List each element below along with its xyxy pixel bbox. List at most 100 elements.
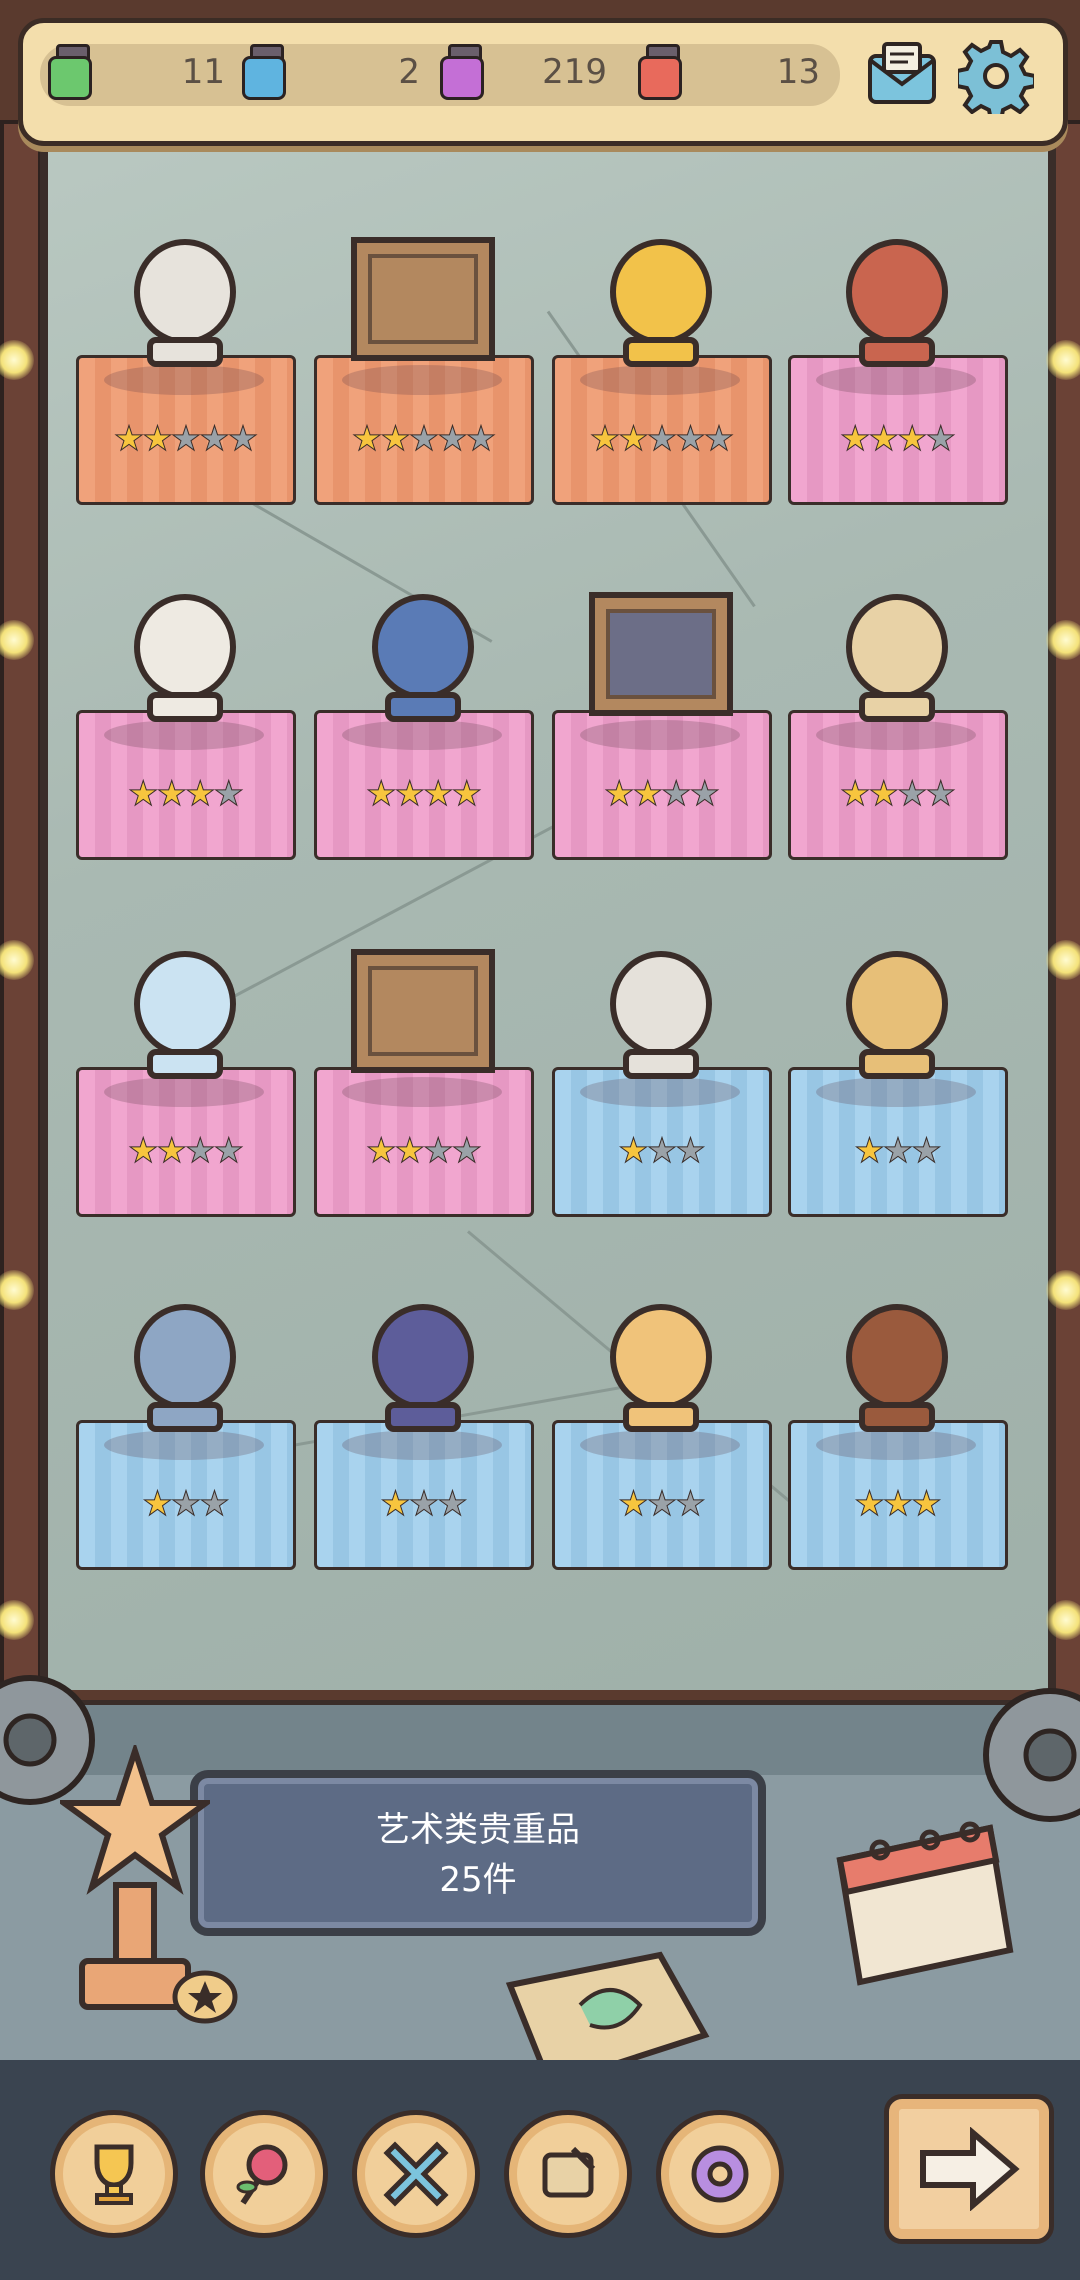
nefertiti-bust-icon[interactable] [348,585,498,725]
star-empty-icon: ★ [213,774,245,815]
shelf-slot-crystal-skull[interactable]: ★★★★ [76,1067,296,1217]
red-potion-icon [638,44,682,100]
nav-scroll-button[interactable] [504,2110,632,2238]
shelf-slot-nefertiti-bust[interactable]: ★★★★ [314,710,534,860]
star-empty-icon: ★ [646,419,678,460]
star-empty-icon: ★ [896,774,928,815]
star-filled-icon: ★ [394,774,426,815]
shelf-slot-framed-painting-2[interactable]: ★★★★ [314,1067,534,1217]
shelf-slot-pharaoh-mask[interactable]: ★★★★★ [552,355,772,505]
star-empty-icon: ★ [408,419,440,460]
wall-lamp [1046,620,1080,660]
nav-cross-button[interactable] [352,2110,480,2238]
star-filled-icon: ★ [422,774,454,815]
star-empty-icon: ★ [703,419,735,460]
star-filled-icon: ★ [184,774,216,815]
winged-statue-icon[interactable] [110,230,260,370]
star-empty-icon: ★ [184,1131,216,1172]
star-filled-icon: ★ [142,1484,174,1525]
purple-potion-count: 219 [542,52,607,92]
star-filled-icon: ★ [142,419,174,460]
shelf-slot-folding-screen[interactable]: ★★★★ [788,355,1008,505]
shelf-slot-framed-painting[interactable]: ★★★★★ [314,355,534,505]
framed-painting-icon[interactable] [348,230,498,370]
star-empty-icon: ★ [437,1484,469,1525]
star-filled-icon: ★ [366,1131,398,1172]
ancient-map-scroll-icon[interactable] [822,585,972,725]
star-rating: ★★★ [76,1484,294,1525]
nav-trophy-button[interactable] [50,2110,178,2238]
coral-branch-icon[interactable] [822,942,972,1082]
star-empty-icon: ★ [199,1484,231,1525]
folding-screen-icon[interactable] [822,230,972,370]
wall-lamp [1046,340,1080,380]
red-potion-count: 13 [776,52,820,92]
framed-painting-2-icon[interactable] [348,942,498,1082]
shelf-slot-winged-statue[interactable]: ★★★★★ [76,355,296,505]
cuckoo-house-icon[interactable] [822,1295,972,1435]
nav-gear-button[interactable] [656,2110,784,2238]
arrow-right-icon [920,2127,1020,2211]
gear-icon [691,2145,749,2203]
star-filled-icon: ★ [366,774,398,815]
star-empty-icon: ★ [646,1131,678,1172]
star-filled-icon: ★ [896,419,928,460]
star-rating: ★★★ [552,1131,770,1172]
cherub-statue-icon[interactable] [110,585,260,725]
star-rating: ★★★★★ [314,419,532,460]
star-empty-icon: ★ [408,1484,440,1525]
star-empty-icon: ★ [911,1131,943,1172]
calendar-icon[interactable] [820,1820,1020,1990]
star-filled-icon: ★ [618,1484,650,1525]
starry-night-painting-icon[interactable] [586,585,736,725]
star-empty-icon: ★ [925,419,957,460]
star-filled-icon: ★ [840,774,872,815]
nav-rose-button[interactable] [200,2110,328,2238]
star-empty-icon: ★ [689,774,721,815]
shelf-slot-ancient-map-scroll[interactable]: ★★★★ [788,710,1008,860]
parrot-clock-icon[interactable] [110,1295,260,1435]
star-empty-icon: ★ [451,1131,483,1172]
star-empty-icon: ★ [925,774,957,815]
category-count: 25件 [439,1860,517,1900]
next-button[interactable] [884,2094,1054,2244]
ceramic-vase-icon[interactable] [348,1295,498,1435]
mail-button[interactable] [864,38,940,114]
star-filled-icon: ★ [868,419,900,460]
star-rating: ★★★★ [314,1131,532,1172]
crystal-skull-icon[interactable] [110,942,260,1082]
shelf-slot-coral-branch[interactable]: ★★★ [788,1067,1008,1217]
category-title: 艺术类贵重品 [376,1810,580,1850]
pharaoh-mask-icon[interactable] [586,230,736,370]
gear-icon [955,40,1037,122]
star-rating: ★★★★★ [552,419,770,460]
settings-button[interactable] [955,38,1037,122]
mail-icon [868,42,936,104]
shelf-slot-parrot-clock[interactable]: ★★★ [76,1420,296,1570]
star-filled-icon: ★ [632,774,664,815]
star-rating: ★★★ [788,1484,1006,1525]
shelf-slot-ceramic-vase[interactable]: ★★★ [314,1420,534,1570]
star-filled-icon: ★ [854,1484,886,1525]
pinocchio-puppet-icon[interactable] [586,1295,736,1435]
star-empty-icon: ★ [675,1131,707,1172]
star-rating: ★★★★★ [76,419,294,460]
star-filled-icon: ★ [604,774,636,815]
star-rating: ★★★★ [76,1131,294,1172]
star-filled-icon: ★ [589,419,621,460]
shelf-slot-pinocchio-puppet[interactable]: ★★★ [552,1420,772,1570]
star-filled-icon: ★ [156,774,188,815]
star-filled-icon: ★ [156,1131,188,1172]
star-rating: ★★★ [314,1484,532,1525]
purple-potion-icon [440,44,484,100]
star-filled-icon: ★ [128,774,160,815]
shelf-slot-starry-night-painting[interactable]: ★★★★ [552,710,772,860]
shelf-slot-cherub-statue[interactable]: ★★★★ [76,710,296,860]
shelf-slot-stone-bust[interactable]: ★★★ [552,1067,772,1217]
star-empty-icon: ★ [660,774,692,815]
shelf-slot-cuckoo-house[interactable]: ★★★ [788,1420,1008,1570]
stone-bust-icon[interactable] [586,942,736,1082]
star-empty-icon: ★ [882,1131,914,1172]
star-filled-icon: ★ [868,774,900,815]
coin-icon [172,1970,238,2024]
